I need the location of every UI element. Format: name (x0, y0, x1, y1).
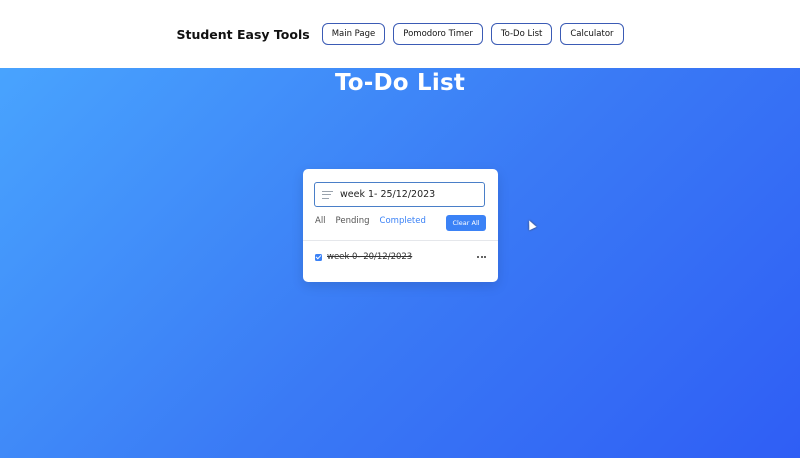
task-checkbox[interactable] (315, 253, 322, 261)
mouse-cursor-icon (525, 218, 537, 231)
filter-pending[interactable]: Pending (336, 216, 370, 226)
task-input-wrapper[interactable] (314, 182, 485, 207)
todo-card: All Pending Completed Clear All week 0- … (303, 169, 498, 282)
nav-calculator-button[interactable]: Calculator (560, 23, 624, 45)
page-title: To-Do List (334, 70, 466, 96)
clear-all-button[interactable]: Clear All (446, 215, 486, 231)
nav-pomodoro-timer-button[interactable]: Pomodoro Timer (393, 23, 483, 45)
filter-completed[interactable]: Completed (380, 216, 426, 226)
text-lines-icon (322, 190, 333, 199)
task-text: week 0- 20/12/2023 (327, 252, 413, 262)
nav-main-page-button[interactable]: Main Page (321, 23, 386, 45)
more-options-icon[interactable] (477, 256, 486, 258)
task-row: week 0- 20/12/2023 (315, 250, 486, 264)
filter-tabs: All Pending Completed (315, 216, 426, 226)
brand-title: Student Easy Tools (176, 26, 310, 42)
task-input[interactable] (340, 189, 480, 200)
nav-todo-list-button[interactable]: To-Do List (490, 23, 553, 45)
filter-all[interactable]: All (315, 216, 326, 226)
top-navbar: Student Easy Tools Main Page Pomodoro Ti… (0, 0, 800, 68)
divider (303, 240, 498, 241)
